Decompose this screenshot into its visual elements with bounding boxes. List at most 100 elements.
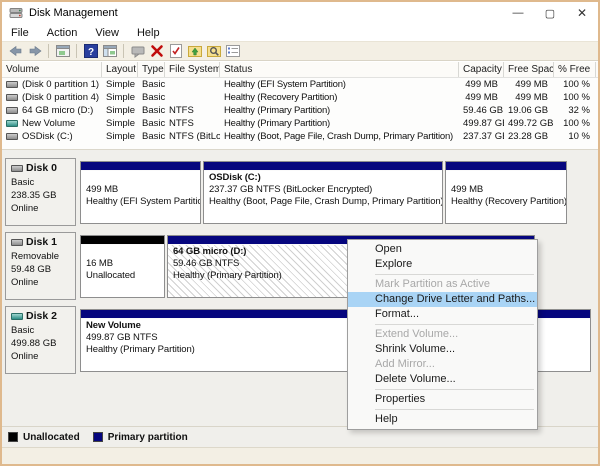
menubar: File Action View Help xyxy=(2,24,598,41)
column-header-file-system[interactable]: File System xyxy=(165,62,220,77)
disk-kind: Basic xyxy=(11,177,35,188)
minimize-button[interactable]: — xyxy=(502,2,534,24)
volume-cell-free: 19.06 GB xyxy=(508,105,549,116)
volume-cell-fs: NTFS (BitLo... xyxy=(169,131,220,142)
context-menu-item-format[interactable]: Format... xyxy=(348,307,537,322)
volume-row[interactable]: (Disk 0 partition 1) Simple Basic Healthy (… xyxy=(2,78,598,91)
disk-kind: Removable xyxy=(11,251,60,262)
volume-row[interactable]: New Volume Simple Basic NTFS Healthy (Primar… xyxy=(2,117,598,130)
disk-label-disk1[interactable]: Disk 1 Removable 59.48 GB Online xyxy=(5,232,76,300)
properties-check-icon[interactable] xyxy=(167,43,184,59)
disk-kind: Basic xyxy=(11,325,35,336)
window-title: Disk Management xyxy=(29,7,118,19)
disk-management-app-icon[interactable] xyxy=(9,6,23,20)
partition-color-bar xyxy=(204,162,442,171)
partition-block[interactable]: OSDisk (C:) 237.37 GB NTFS (BitLocker Enc… xyxy=(203,161,443,224)
column-header--free[interactable]: % Free xyxy=(554,62,596,77)
volume-cell-capacity: 499 MB xyxy=(465,92,498,103)
menu-help[interactable]: Help xyxy=(128,26,169,40)
partition-status-line: Healthy (EFI System Partition) xyxy=(86,196,200,207)
partition-block[interactable]: 499 MB Healthy (Recovery Partition) xyxy=(445,161,567,224)
volume-cell-status: Healthy (Recovery Partition) xyxy=(224,92,338,103)
volume-cell-type: Basic xyxy=(142,79,165,90)
details-view-icon[interactable] xyxy=(224,43,241,59)
context-menu-item-shrink-volume[interactable]: Shrink Volume... xyxy=(348,342,537,357)
volume-row[interactable]: (Disk 0 partition 4) Simple Basic Healthy (… xyxy=(2,91,598,104)
column-header-layout[interactable]: Layout xyxy=(102,62,138,77)
column-header-free-space[interactable]: Free Space xyxy=(504,62,554,77)
volume-cell-volume: OSDisk (C:) xyxy=(2,130,102,143)
disk-state: Online xyxy=(11,351,39,362)
context-menu-item-help[interactable]: Help xyxy=(348,412,537,427)
context-menu-item-add-mirror: Add Mirror... xyxy=(375,358,435,370)
volume-cell-volume: (Disk 0 partition 1) xyxy=(2,78,102,91)
menu-separator xyxy=(375,324,534,325)
action-pane-icon[interactable] xyxy=(129,43,146,59)
disk-size: 238.35 GB xyxy=(11,190,57,201)
menu-separator xyxy=(375,389,534,390)
menu-file[interactable]: File xyxy=(2,26,38,40)
delete-icon[interactable] xyxy=(148,43,165,59)
context-menu-item-delete-volume[interactable]: Delete Volume... xyxy=(348,372,537,387)
unallocated-block[interactable]: 16 MB Unallocated xyxy=(80,235,165,298)
legend-primary-partition: Primary partition xyxy=(92,432,188,443)
window-controls: — ▢ ✕ xyxy=(502,2,598,24)
volume-cell-layout: Simple xyxy=(106,131,136,142)
partition-context-menu: Open Explore Mark Partition as Active Chang… xyxy=(347,239,538,430)
console-tree-icon[interactable] xyxy=(101,43,118,59)
volume-cell-type: Basic xyxy=(142,118,165,129)
context-menu-item-mark-partition-as-active: Mark Partition as Active xyxy=(375,278,490,290)
disk-name: Disk 1 xyxy=(11,236,75,249)
maximize-button[interactable]: ▢ xyxy=(534,2,566,24)
partition-color-bar xyxy=(81,162,200,171)
disk-management-window: Disk Management — ▢ ✕ File Action View Help… xyxy=(0,0,600,466)
volume-cell-fs xyxy=(165,78,220,91)
legend-swatch xyxy=(92,432,103,442)
column-header-type[interactable]: Type xyxy=(138,62,165,77)
volume-cell-capacity: 59.46 GB xyxy=(463,105,504,116)
context-menu-item-change-drive-letter-and-paths[interactable]: Change Drive Letter and Paths... xyxy=(348,292,537,307)
menu-separator xyxy=(375,409,534,410)
volume-drive-icon xyxy=(6,81,18,88)
volume-cell-pct: 32 % xyxy=(568,105,590,116)
console-window-icon[interactable] xyxy=(54,43,71,59)
legend-label: Unallocated xyxy=(23,431,80,443)
volume-cell-fs: NTFS xyxy=(169,105,194,116)
legend-swatch xyxy=(8,432,18,442)
disk-label-disk0[interactable]: Disk 0 Basic 238.35 GB Online xyxy=(5,158,76,226)
close-button[interactable]: ✕ xyxy=(566,2,598,24)
toolbar-separator xyxy=(123,44,124,58)
disk-label-disk2[interactable]: Disk 2 Basic 499.88 GB Online xyxy=(5,306,76,374)
volume-cell-pct: 100 % xyxy=(563,92,590,103)
help-icon[interactable]: ? xyxy=(82,43,99,59)
disk-size: 499.88 GB xyxy=(11,338,57,349)
partition-info: 16 MB Unallocated xyxy=(81,245,164,297)
menu-action[interactable]: Action xyxy=(38,26,87,40)
context-menu-item-explore[interactable]: Explore xyxy=(348,257,537,272)
volume-drive-icon xyxy=(6,107,18,114)
column-header-volume[interactable]: Volume xyxy=(2,62,102,77)
volume-row[interactable]: OSDisk (C:) Simple Basic NTFS (BitLo... Heal… xyxy=(2,130,598,143)
partition-block[interactable]: 499 MB Healthy (EFI System Partition) xyxy=(80,161,201,224)
titlebar: Disk Management — ▢ ✕ xyxy=(2,2,598,24)
volume-cell-layout: Simple xyxy=(106,118,136,129)
volume-cell-volume: New Volume xyxy=(2,117,102,130)
context-menu-item-open[interactable]: Open xyxy=(348,242,537,257)
partition-size-line: 499 MB xyxy=(86,184,119,195)
column-header-capacity[interactable]: Capacity xyxy=(459,62,504,77)
volume-cell-type: Basic xyxy=(142,131,165,142)
context-menu-item-properties[interactable]: Properties xyxy=(348,392,537,407)
find-folder-icon[interactable] xyxy=(205,43,222,59)
volume-list-rows: (Disk 0 partition 1) Simple Basic Healthy (… xyxy=(2,78,598,143)
forward-icon[interactable] xyxy=(26,43,43,59)
partition-info: 499 MB Healthy (Recovery Partition) xyxy=(446,171,566,223)
partition-info: 499 MB Healthy (EFI System Partition) xyxy=(81,171,200,223)
column-header-status[interactable]: Status xyxy=(220,62,459,77)
volume-row[interactable]: 64 GB micro (D:) Simple Basic NTFS Healthy (… xyxy=(2,104,598,117)
partition-status-line: Healthy (Boot, Page File, Crash Dump, Pr… xyxy=(209,196,442,207)
up-folder-icon[interactable] xyxy=(186,43,203,59)
volume-cell-pct: 10 % xyxy=(568,131,590,142)
partition-color-bar xyxy=(446,162,566,171)
back-icon[interactable] xyxy=(7,43,24,59)
menu-view[interactable]: View xyxy=(86,26,128,40)
